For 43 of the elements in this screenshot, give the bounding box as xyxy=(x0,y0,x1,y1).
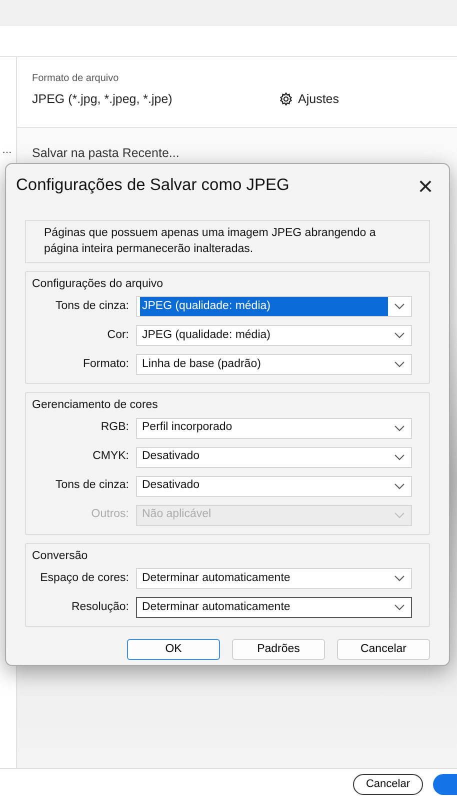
chevron-icon xyxy=(394,482,405,490)
field-label: Tons de cinza: xyxy=(54,478,130,494)
chevron-icon xyxy=(394,512,405,519)
field-label: CMYK: xyxy=(92,449,130,464)
chevron-icon xyxy=(394,332,405,340)
dropdown[interactable]: Perfil incorporado xyxy=(136,418,412,439)
group-title: Conversão xyxy=(31,548,89,564)
format-value: JPEG (*.jpg, *.jpeg, *.jpe) xyxy=(32,91,174,108)
save-location-link[interactable]: Salvar na pasta Recente... xyxy=(32,144,442,163)
dialog-button[interactable]: OK xyxy=(127,638,220,660)
dialog-button[interactable]: Padrões xyxy=(232,638,325,660)
field-label: Tons de cinza: xyxy=(54,299,130,314)
info-text: Páginas que possuem apenas uma imagem JPEG abrangendo a página inteira permanecerão inalteradas. xyxy=(25,220,430,264)
dialog-title: Configurações de Salvar como JPEG xyxy=(16,175,290,196)
chevron-icon xyxy=(394,454,405,461)
dropdown[interactable]: Determinar automaticamente xyxy=(136,568,412,589)
primary-button[interactable] xyxy=(433,774,457,795)
cancel-button[interactable]: Cancelar xyxy=(352,774,423,795)
field-label: Formato: xyxy=(82,357,130,372)
chevron-icon xyxy=(394,604,405,611)
dropdown[interactable]: Desativado xyxy=(136,446,412,468)
field-label: Cor: xyxy=(106,328,130,344)
field-label: Resolução: xyxy=(70,600,130,615)
group-title: Gerenciamento de cores xyxy=(31,398,159,414)
gear-icon xyxy=(279,92,293,106)
chevron-icon xyxy=(394,574,405,582)
dropdown[interactable]: Determinar automaticamente xyxy=(136,596,412,618)
group-title: Configurações do arquivo xyxy=(31,277,164,292)
field-label: Espaço de cores: xyxy=(39,570,130,586)
dropdown[interactable]: Linha de base (padrão) xyxy=(136,354,412,376)
chevron-icon xyxy=(394,361,405,368)
close-button[interactable]: × xyxy=(414,172,437,198)
dropdown[interactable]: Desativado xyxy=(136,476,412,497)
chevron-icon xyxy=(394,424,405,432)
sidebar-item[interactable]: … xyxy=(0,146,16,156)
settings-button[interactable]: Ajustes xyxy=(279,90,339,109)
field-label: Outros: xyxy=(90,507,130,522)
field-label: RGB: xyxy=(100,420,130,436)
dialog-button[interactable]: Cancelar xyxy=(337,638,430,660)
field-label: Formato de arquivo xyxy=(32,72,120,86)
chevron-icon xyxy=(394,303,405,310)
dropdown[interactable]: JPEG (qualidade: média) xyxy=(136,296,412,318)
dropdown[interactable]: JPEG (qualidade: média) xyxy=(136,325,412,346)
